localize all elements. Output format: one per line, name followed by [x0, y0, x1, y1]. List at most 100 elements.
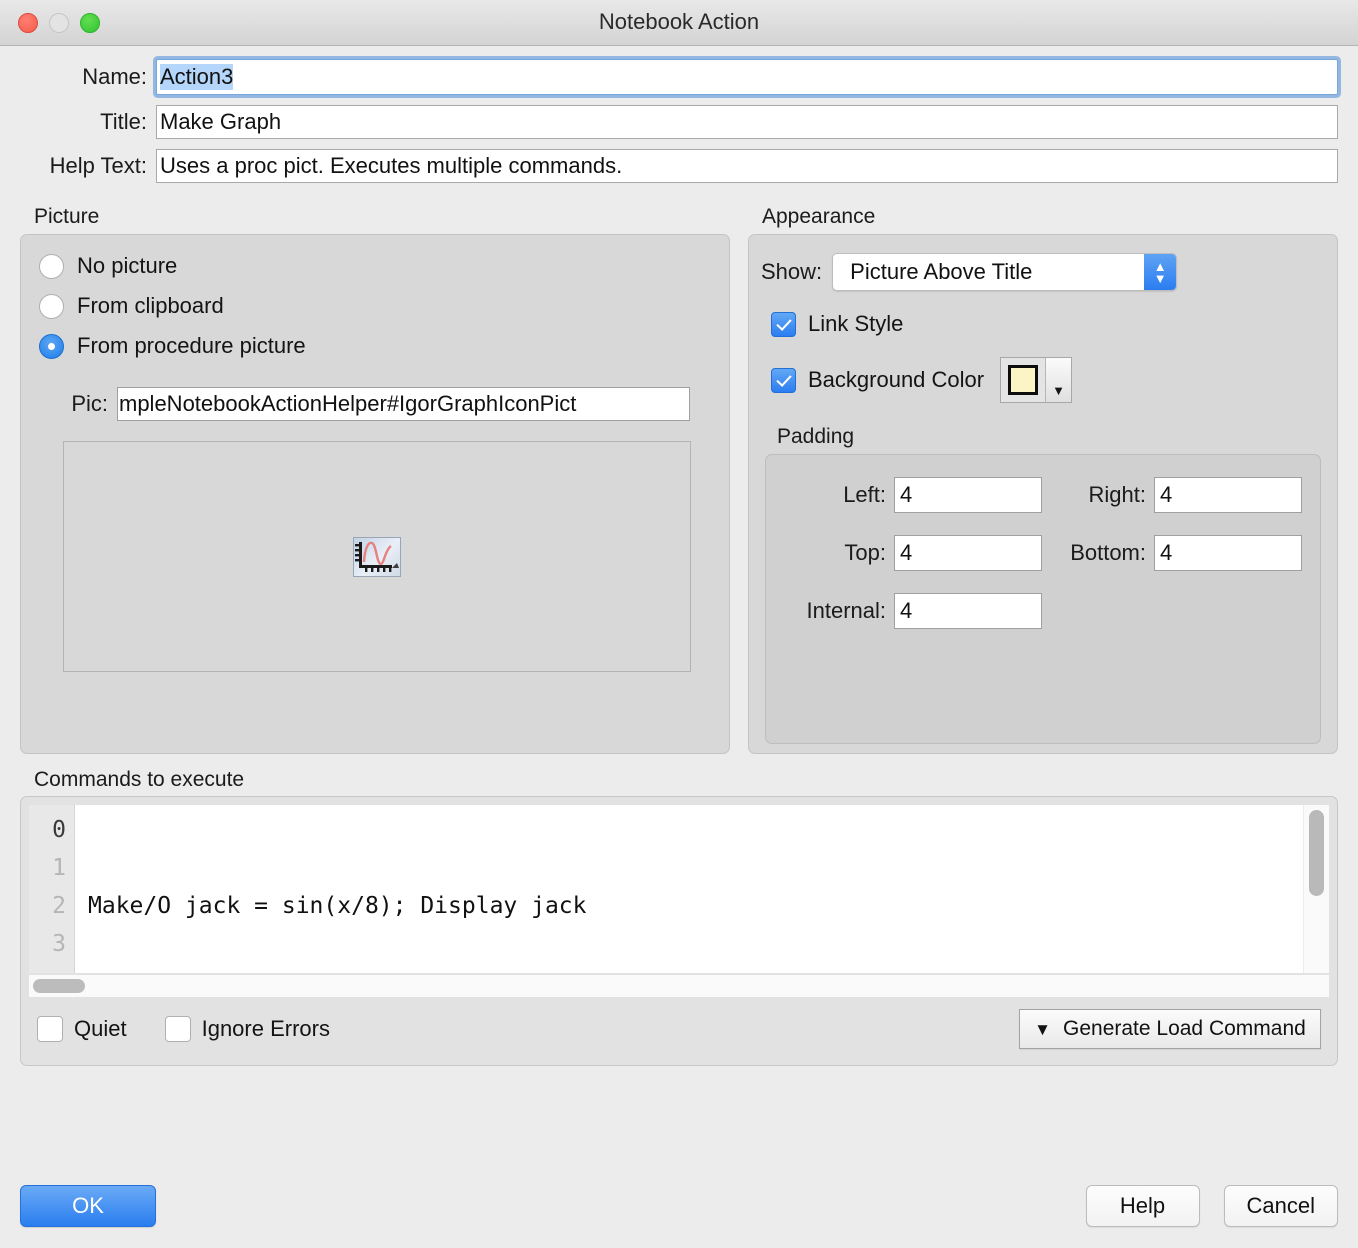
line-number: 2 — [52, 893, 66, 919]
ok-button-label: OK — [72, 1193, 104, 1218]
commands-vertical-scroll-thumb[interactable] — [1309, 810, 1324, 896]
radio-from-procedure-picture-label: From procedure picture — [77, 333, 306, 358]
padding-group-title: Padding — [777, 425, 855, 448]
radio-no-picture-label: No picture — [77, 253, 178, 278]
padding-group-box: Left: 4 Right: 4 Top: 4 Bottom: 4 Intern… — [765, 454, 1321, 744]
radio-from-procedure-picture[interactable]: From procedure picture — [39, 333, 729, 359]
link-style-label: Link Style — [808, 311, 904, 336]
commands-vertical-scrollbar[interactable] — [1303, 805, 1329, 973]
help-text-input[interactable]: Uses a proc pict. Executes multiple comm… — [156, 149, 1338, 183]
help-text-row: Help Text: Uses a proc pict. Executes mu… — [20, 149, 1338, 183]
window-title-bar: Notebook Action — [0, 0, 1358, 46]
radio-no-picture-indicator[interactable] — [39, 253, 64, 279]
commands-group-title: Commands to execute — [34, 768, 245, 791]
padding-row-1: Left: 4 Right: 4 — [766, 477, 1320, 513]
top-form: Name: Action3 Title: Make Graph Help Tex… — [0, 46, 1358, 183]
padding-right-label: Right: — [1088, 482, 1146, 507]
line-number: 3 — [52, 931, 66, 957]
padding-left-label: Left: — [843, 482, 886, 507]
padding-internal-value: 4 — [900, 598, 913, 623]
padding-bottom-input[interactable]: 4 — [1154, 535, 1302, 571]
padding-bottom-cell: Bottom: 4 — [1042, 535, 1302, 571]
ignore-errors-row[interactable]: Ignore Errors — [164, 1016, 330, 1042]
window-title: Notebook Action — [598, 9, 760, 34]
padding-left-value: 4 — [900, 482, 913, 507]
name-input[interactable]: Action3 — [156, 59, 1338, 95]
radio-from-procedure-picture-indicator[interactable] — [39, 333, 64, 359]
padding-right-input[interactable]: 4 — [1154, 477, 1302, 513]
radio-from-clipboard-label: From clipboard — [77, 293, 224, 318]
padding-top-cell: Top: 4 — [766, 535, 1042, 571]
commands-code-area[interactable]: Make/O jack = sin(x/8); Display jack Mod… — [75, 805, 1329, 973]
line-number-gutter: 0 1 2 3 — [29, 805, 75, 973]
pic-input-value: mpleNotebookActionHelper#IgorGraphIconPi… — [119, 391, 577, 416]
code-line: Make/O jack = sin(x/8); Display jack — [88, 893, 587, 919]
commands-horizontal-scrollbar[interactable] — [29, 975, 1329, 997]
radio-from-clipboard-indicator[interactable] — [39, 293, 64, 319]
link-style-checkbox[interactable] — [771, 311, 796, 337]
padding-top-input[interactable]: 4 — [894, 535, 1042, 571]
commands-options-row: Quiet Ignore Errors ▼ Generate Load Comm… — [37, 1009, 1321, 1049]
link-style-row[interactable]: Link Style — [771, 311, 1337, 337]
cancel-button[interactable]: Cancel — [1223, 1185, 1338, 1227]
chevron-up-down-icon: ▲ ▼ — [1144, 254, 1177, 290]
line-number: 0 — [52, 817, 66, 843]
background-color-label: Background Color — [808, 367, 985, 392]
title-label: Title: — [100, 109, 147, 134]
padding-internal-cell: Internal: 4 — [766, 593, 1042, 629]
color-dropdown-arrow-icon[interactable]: ▼ — [1045, 358, 1072, 402]
generate-load-command-button[interactable]: ▼ Generate Load Command — [1019, 1009, 1321, 1049]
title-input[interactable]: Make Graph — [156, 105, 1338, 139]
commands-section: Commands to execute 0 1 2 3 Make/O jack … — [0, 754, 1358, 1066]
picture-group-box: No picture From clipboard From procedure… — [20, 234, 730, 754]
title-input-value: Make Graph — [160, 109, 282, 134]
commands-editor[interactable]: 0 1 2 3 Make/O jack = sin(x/8); Display … — [29, 805, 1329, 973]
ok-button[interactable]: OK — [20, 1185, 156, 1227]
title-row: Title: Make Graph — [20, 105, 1338, 139]
pic-label: Pic: — [71, 391, 108, 416]
padding-internal-input[interactable]: 4 — [894, 593, 1042, 629]
main-columns: Picture No picture From clipboard From p… — [0, 193, 1358, 754]
padding-row-3: Internal: 4 — [766, 593, 1320, 629]
padding-top-value: 4 — [900, 540, 913, 565]
ignore-errors-label: Ignore Errors — [201, 1016, 330, 1041]
padding-left-cell: Left: 4 — [766, 477, 1042, 513]
commands-group-box: 0 1 2 3 Make/O jack = sin(x/8); Display … — [20, 796, 1338, 1066]
ignore-errors-checkbox[interactable] — [164, 1016, 191, 1042]
show-dropdown[interactable]: Picture Above Title ▲ ▼ — [832, 253, 1178, 291]
background-color-row[interactable]: Background Color ▼ — [771, 357, 1337, 403]
quiet-checkbox[interactable] — [37, 1016, 63, 1042]
radio-no-picture[interactable]: No picture — [39, 253, 729, 279]
appearance-section: Appearance Show: Picture Above Title ▲ ▼ … — [748, 201, 1338, 754]
help-text-input-value: Uses a proc pict. Executes multiple comm… — [160, 153, 623, 178]
name-row: Name: Action3 — [20, 59, 1338, 95]
help-button-label: Help — [1119, 1193, 1166, 1218]
radio-from-clipboard[interactable]: From clipboard — [39, 293, 729, 319]
padding-internal-label: Internal: — [806, 598, 887, 623]
name-label: Name: — [82, 64, 147, 89]
color-swatch[interactable] — [1008, 365, 1039, 395]
quiet-row[interactable]: Quiet — [37, 1016, 127, 1042]
padding-row-2: Top: 4 Bottom: 4 — [766, 535, 1320, 571]
cancel-button-label: Cancel — [1246, 1193, 1315, 1218]
appearance-group-box: Show: Picture Above Title ▲ ▼ Link Style … — [748, 234, 1338, 754]
commands-horizontal-scroll-thumb[interactable] — [33, 979, 85, 993]
show-row: Show: Picture Above Title ▲ ▼ — [761, 253, 1337, 291]
appearance-group-title: Appearance — [762, 205, 876, 228]
padding-left-input[interactable]: 4 — [894, 477, 1042, 513]
pic-row: Pic: mpleNotebookActionHelper#IgorGraphI… — [21, 387, 729, 421]
dialog-footer: OK Help Cancel — [0, 1185, 1358, 1227]
padding-right-value: 4 — [1160, 482, 1173, 507]
background-color-well[interactable]: ▼ — [1000, 357, 1073, 403]
line-number: 1 — [52, 855, 66, 881]
help-button[interactable]: Help — [1085, 1185, 1200, 1227]
pic-input[interactable]: mpleNotebookActionHelper#IgorGraphIconPi… — [117, 387, 690, 421]
color-swatch-wrap — [1001, 358, 1045, 402]
graph-icon — [353, 536, 401, 577]
background-color-checkbox[interactable] — [771, 367, 796, 393]
triangle-down-icon: ▼ — [1034, 1019, 1051, 1039]
picture-preview-area — [63, 441, 691, 672]
help-text-label: Help Text: — [49, 153, 147, 178]
padding-bottom-value: 4 — [1160, 540, 1173, 565]
quiet-label: Quiet — [74, 1016, 127, 1041]
